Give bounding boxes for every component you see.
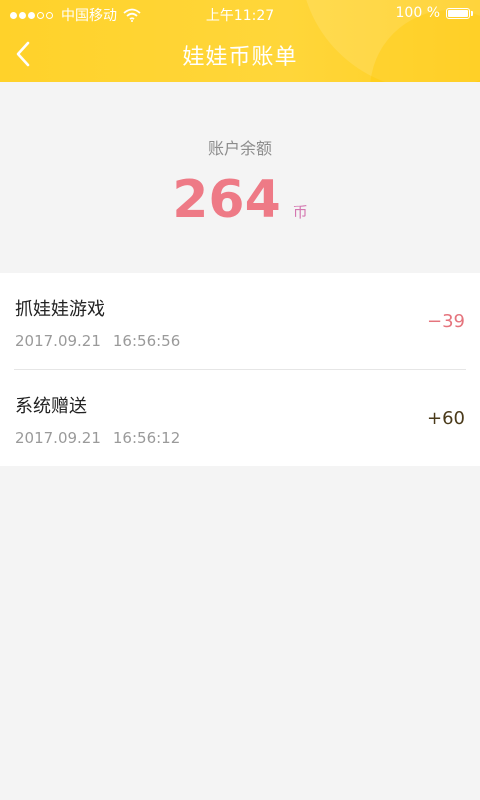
transaction-title: 系统赠送 — [15, 396, 87, 417]
status-bar: 中国移动 上午11:27 100 % — [0, 0, 480, 26]
transaction-list: 抓娃娃游戏 2017.09.21 16:56:56 −39 系统赠送 2017.0… — [0, 273, 480, 466]
transaction-date: 2017.09.21 — [15, 429, 101, 447]
app-header: 中国移动 上午11:27 100 % 娃娃币账单 — [0, 0, 480, 82]
page-title: 娃娃币账单 — [182, 45, 298, 70]
transaction-time: 16:56:56 — [112, 332, 181, 350]
transaction-time: 16:56:12 — [112, 429, 181, 447]
transaction-title: 抓娃娃游戏 — [15, 299, 105, 320]
transaction-row[interactable]: 系统赠送 2017.09.21 16:56:12 +60 — [0, 370, 480, 466]
transaction-amount: +60 — [427, 408, 465, 429]
transaction-date: 2017.09.21 — [15, 332, 101, 350]
transaction-timestamp: 2017.09.21 16:56:12 — [15, 429, 180, 447]
transaction-row[interactable]: 抓娃娃游戏 2017.09.21 16:56:56 −39 — [0, 273, 480, 370]
balance-section: 账户余额 264 币 — [0, 82, 480, 272]
balance-unit: 币 — [292, 203, 308, 221]
battery-percent: 100 % — [395, 5, 440, 21]
balance-label: 账户余额 — [207, 139, 272, 158]
balance-value: 264 — [172, 170, 281, 230]
transaction-amount: −39 — [427, 311, 465, 332]
transaction-timestamp: 2017.09.21 16:56:56 — [15, 332, 180, 350]
battery-icon — [446, 7, 473, 19]
balance-amount: 264 币 — [0, 170, 480, 230]
status-right: 100 % — [395, 5, 473, 21]
